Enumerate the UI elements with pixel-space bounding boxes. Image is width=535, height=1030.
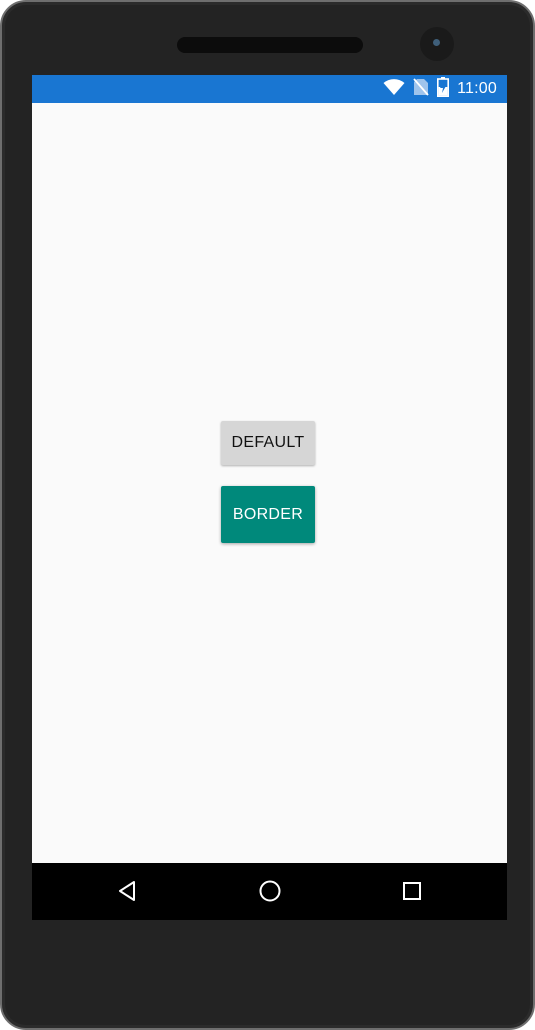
recents-icon xyxy=(403,882,421,900)
back-icon xyxy=(119,881,135,901)
default-button[interactable]: DEFAULT xyxy=(221,421,315,465)
recents-button[interactable] xyxy=(398,877,426,905)
home-button[interactable] xyxy=(256,877,284,905)
status-time: 11:00 xyxy=(457,80,497,97)
app-content: DEFAULT BORDER xyxy=(32,103,507,863)
earpiece-speaker xyxy=(177,37,363,53)
battery-charging-icon xyxy=(437,77,450,101)
wifi-icon xyxy=(383,78,405,100)
navigation-bar xyxy=(32,863,507,920)
status-bar: 11:00 xyxy=(32,75,507,103)
no-sim-icon xyxy=(413,78,429,100)
back-button[interactable] xyxy=(113,877,141,905)
screen: 11:00 DEFAULT BORDER xyxy=(32,75,507,920)
home-icon xyxy=(259,880,281,902)
front-camera-icon xyxy=(420,27,454,61)
border-button[interactable]: BORDER xyxy=(221,486,315,543)
phone-frame: 11:00 DEFAULT BORDER xyxy=(0,0,535,1030)
